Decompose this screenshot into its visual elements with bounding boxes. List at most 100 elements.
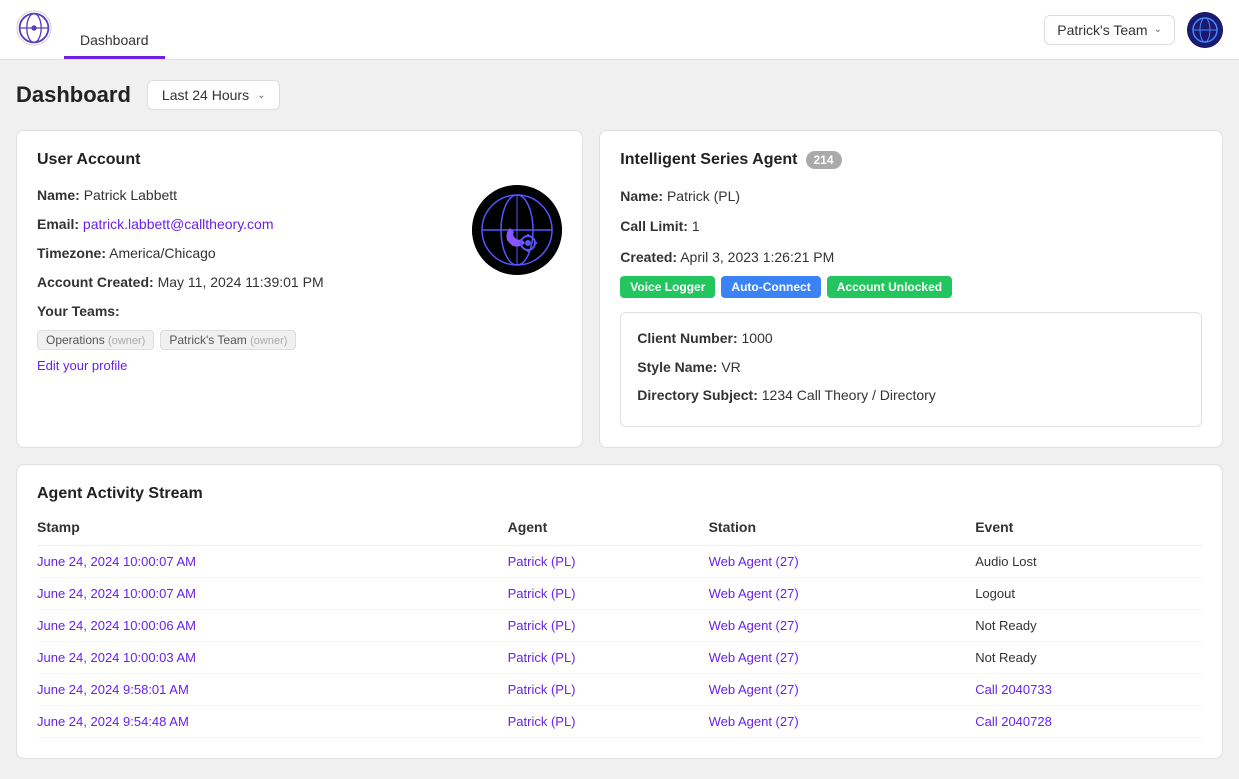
name-value: Patrick Labbett	[84, 187, 177, 203]
station-cell: Web Agent (27)	[709, 674, 976, 706]
user-teams-row: Your Teams:	[37, 301, 456, 322]
teams-label: Your Teams:	[37, 303, 120, 319]
style-name-row: Style Name: VR	[637, 356, 1185, 378]
table-row: June 24, 2024 9:54:48 AMPatrick (PL)Web …	[37, 706, 1202, 738]
agent-cell: Patrick (PL)	[508, 546, 709, 578]
user-account-title: User Account	[37, 151, 562, 169]
agent-name-row: Name: Patrick (PL)	[620, 185, 1202, 207]
column-stamp: Stamp	[37, 519, 508, 546]
team-selector[interactable]: Patrick's Team ⌄	[1044, 15, 1175, 45]
table-row: June 24, 2024 10:00:07 AMPatrick (PL)Web…	[37, 578, 1202, 610]
client-info-box: Client Number: 1000 Style Name: VR Direc…	[620, 312, 1202, 427]
user-created-row: Account Created: May 11, 2024 11:39:01 P…	[37, 272, 456, 293]
user-card-body: Name: Patrick Labbett Email: patrick.lab…	[37, 185, 562, 373]
user-email-row: Email: patrick.labbett@calltheory.com	[37, 214, 456, 235]
team-badge-operations: Operations (owner)	[37, 330, 154, 350]
directory-subject-row: Directory Subject: 1234 Call Theory / Di…	[637, 384, 1185, 406]
call-limit-value: 1	[692, 218, 700, 234]
client-number-row: Client Number: 1000	[637, 327, 1185, 349]
table-row: June 24, 2024 10:00:06 AMPatrick (PL)Web…	[37, 610, 1202, 642]
event-cell: Logout	[975, 578, 1202, 610]
timezone-label: Timezone:	[37, 245, 106, 261]
user-name-row: Name: Patrick Labbett	[37, 185, 456, 206]
stamp-cell: June 24, 2024 10:00:06 AM	[37, 610, 508, 642]
agent-cell: Patrick (PL)	[508, 610, 709, 642]
tab-dashboard[interactable]: Dashboard	[64, 24, 165, 59]
stamp-cell: June 24, 2024 10:00:07 AM	[37, 578, 508, 610]
user-avatar-circle	[472, 185, 562, 275]
station-cell: Web Agent (27)	[709, 706, 976, 738]
chevron-down-icon: ⌄	[1154, 24, 1162, 35]
column-station: Station	[709, 519, 976, 546]
header-right: Patrick's Team ⌄	[1044, 12, 1223, 48]
client-number-value: 1000	[742, 330, 773, 346]
logo-icon	[16, 10, 52, 49]
activity-table-header: Stamp Agent Station Event	[37, 519, 1202, 546]
stamp-cell: June 24, 2024 10:00:07 AM	[37, 546, 508, 578]
account-unlocked-badge: Account Unlocked	[827, 276, 952, 298]
directory-subject-value: 1234 Call Theory / Directory	[762, 387, 936, 403]
stamp-cell: June 24, 2024 9:58:01 AM	[37, 674, 508, 706]
agent-name-label: Name:	[620, 188, 663, 204]
column-agent: Agent	[508, 519, 709, 546]
table-row: June 24, 2024 10:00:03 AMPatrick (PL)Web…	[37, 642, 1202, 674]
activity-stream-title: Agent Activity Stream	[37, 485, 1202, 503]
agent-created-row: Created: April 3, 2023 1:26:21 PM	[620, 246, 1202, 268]
agent-call-limit-row: Call Limit: 1	[620, 215, 1202, 237]
style-name-label: Style Name:	[637, 359, 717, 375]
agent-card-title: Intelligent Series Agent 214	[620, 151, 1202, 169]
call-limit-label: Call Limit:	[620, 218, 688, 234]
station-cell: Web Agent (27)	[709, 578, 976, 610]
activity-table-body: June 24, 2024 10:00:07 AMPatrick (PL)Web…	[37, 546, 1202, 738]
team-badge-patricks-team: Patrick's Team (owner)	[160, 330, 296, 350]
agent-cell: Patrick (PL)	[508, 642, 709, 674]
agent-info: Name: Patrick (PL) Call Limit: 1 Created…	[620, 185, 1202, 427]
agent-cell: Patrick (PL)	[508, 706, 709, 738]
event-cell[interactable]: Call 2040733	[975, 674, 1202, 706]
agent-card: Intelligent Series Agent 214 Name: Patri…	[599, 130, 1223, 448]
activity-stream-card: Agent Activity Stream Stamp Agent Statio…	[16, 464, 1223, 759]
time-filter-label: Last 24 Hours	[162, 87, 249, 103]
name-label: Name:	[37, 187, 80, 203]
agent-cell: Patrick (PL)	[508, 674, 709, 706]
auto-connect-badge: Auto-Connect	[721, 276, 820, 298]
status-badges: Voice Logger Auto-Connect Account Unlock…	[620, 276, 1202, 298]
header: Dashboard Patrick's Team ⌄	[0, 0, 1239, 60]
event-cell: Not Ready	[975, 642, 1202, 674]
column-event: Event	[975, 519, 1202, 546]
event-cell[interactable]: Call 2040728	[975, 706, 1202, 738]
stamp-cell: June 24, 2024 10:00:03 AM	[37, 642, 508, 674]
activity-table: Stamp Agent Station Event June 24, 2024 …	[37, 519, 1202, 738]
client-number-label: Client Number:	[637, 330, 737, 346]
cards-row: User Account Name: Patrick Labbett Email…	[16, 130, 1223, 448]
agent-badge-count: 214	[806, 151, 842, 169]
page-header: Dashboard Last 24 Hours ⌄	[16, 80, 1223, 110]
stamp-cell: June 24, 2024 9:54:48 AM	[37, 706, 508, 738]
main-content: Dashboard Last 24 Hours ⌄ User Account N…	[0, 60, 1239, 779]
station-cell: Web Agent (27)	[709, 546, 976, 578]
timezone-value: America/Chicago	[109, 245, 216, 261]
email-value[interactable]: patrick.labbett@calltheory.com	[83, 216, 274, 232]
time-filter-dropdown[interactable]: Last 24 Hours ⌄	[147, 80, 281, 110]
avatar[interactable]	[1187, 12, 1223, 48]
event-cell: Audio Lost	[975, 546, 1202, 578]
teams-row: Operations (owner) Patrick's Team (owner…	[37, 330, 456, 350]
agent-section-title: Intelligent Series Agent	[620, 151, 797, 169]
account-created-value: May 11, 2024 11:39:01 PM	[158, 274, 324, 290]
nav-tabs: Dashboard	[64, 0, 165, 59]
style-name-value: VR	[721, 359, 740, 375]
event-cell: Not Ready	[975, 610, 1202, 642]
user-info: Name: Patrick Labbett Email: patrick.lab…	[37, 185, 456, 373]
agent-cell: Patrick (PL)	[508, 578, 709, 610]
edit-profile-link[interactable]: Edit your profile	[37, 358, 127, 373]
voice-logger-badge: Voice Logger	[620, 276, 715, 298]
email-label: Email:	[37, 216, 79, 232]
user-timezone-row: Timezone: America/Chicago	[37, 243, 456, 264]
table-row: June 24, 2024 10:00:07 AMPatrick (PL)Web…	[37, 546, 1202, 578]
page-title: Dashboard	[16, 82, 131, 108]
user-account-card: User Account Name: Patrick Labbett Email…	[16, 130, 583, 448]
station-cell: Web Agent (27)	[709, 610, 976, 642]
team-name-label: Patrick's Team	[1057, 22, 1147, 38]
account-created-label: Account Created:	[37, 274, 154, 290]
station-cell: Web Agent (27)	[709, 642, 976, 674]
